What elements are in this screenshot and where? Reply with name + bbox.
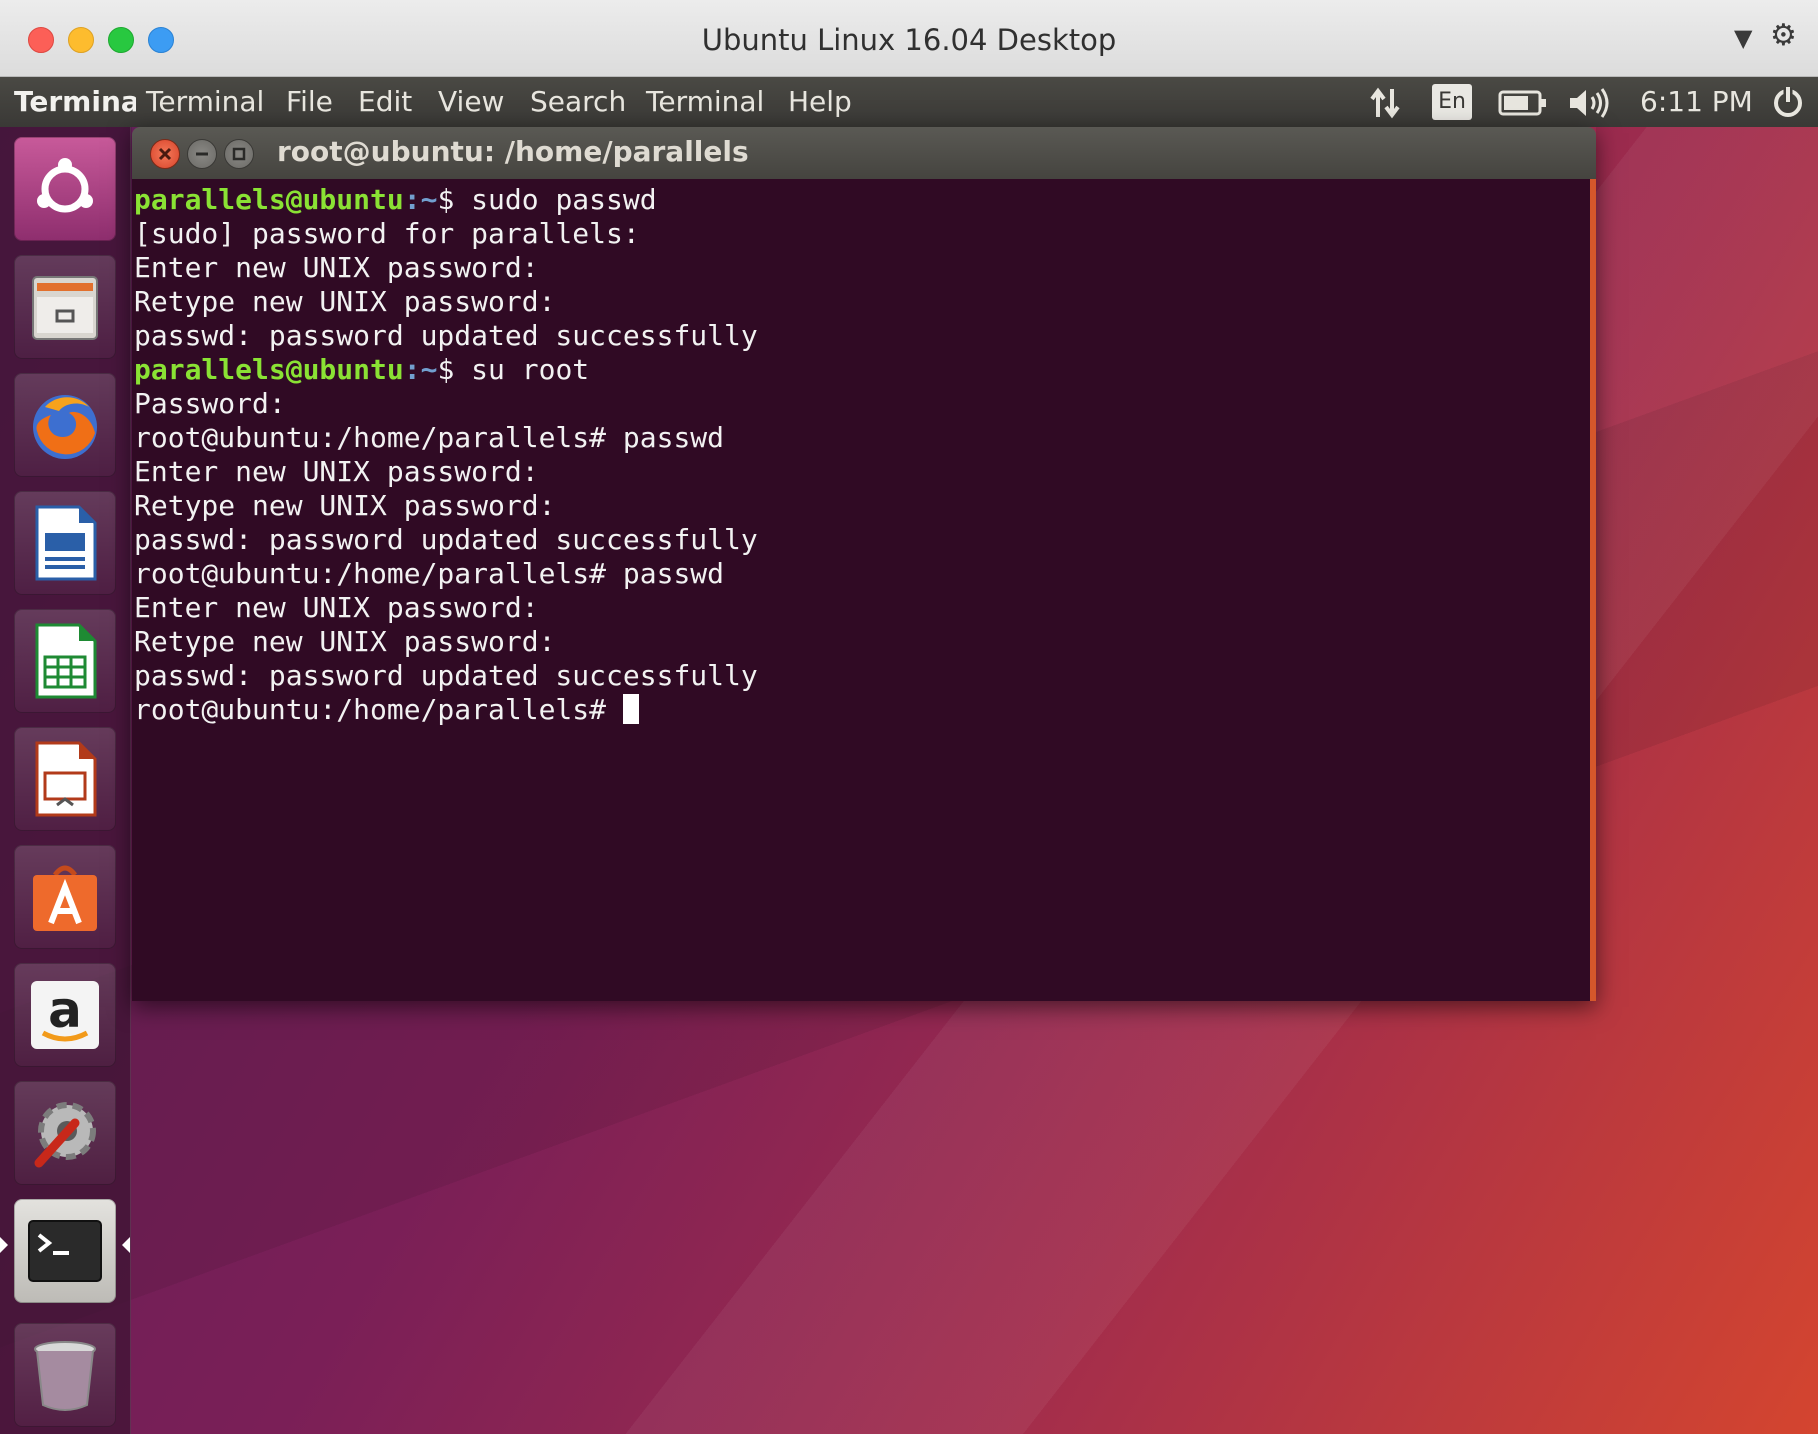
terminal-icon[interactable] <box>14 1199 116 1303</box>
chevron-down-icon[interactable]: ▼ <box>1734 24 1752 52</box>
prompt-user: parallels@ubuntu <box>134 183 404 216</box>
minimize-window-button[interactable] <box>187 139 217 169</box>
prompt-path: :~ <box>403 353 438 386</box>
terminal-window: root@ubuntu: /home/parallels parallels@u… <box>132 127 1596 1001</box>
host-title-bar: Ubuntu Linux 16.04 Desktop ▼ ⚙ <box>0 0 1818 77</box>
battery-icon[interactable] <box>1498 89 1548 117</box>
line-text: $ sudo passwd <box>437 183 657 216</box>
terminal-output[interactable]: parallels@ubuntu:~$ sudo passwd [sudo] pa… <box>132 179 1596 1001</box>
terminal-line: Enter new UNIX password: <box>134 455 758 489</box>
unity-launcher: a <box>0 127 131 1434</box>
text-cursor <box>622 694 639 724</box>
terminal-line: Retype new UNIX password: <box>134 285 758 319</box>
dash-icon[interactable] <box>14 137 116 241</box>
terminal-line: [sudo] password for parallels: <box>134 217 758 251</box>
terminal-line: root@ubuntu:/home/parallels# <box>134 693 758 727</box>
line-text: root@ubuntu:/home/parallels# <box>134 693 623 726</box>
terminal-line: Retype new UNIX password: <box>134 489 758 523</box>
menu-edit[interactable]: Edit <box>358 85 412 118</box>
line-text: Password: <box>134 387 286 420</box>
amazon-icon[interactable]: a <box>14 963 116 1067</box>
launcher-running-indicator <box>0 1237 8 1253</box>
terminal-lines: parallels@ubuntu:~$ sudo passwd [sudo] pa… <box>134 183 758 727</box>
menu-help[interactable]: Help <box>788 85 852 118</box>
launcher-focus-indicator <box>122 1237 130 1253</box>
firefox-icon[interactable] <box>14 373 116 477</box>
keyboard-layout-indicator[interactable]: En <box>1432 84 1472 120</box>
line-text: passwd: password updated successfully <box>134 659 758 692</box>
prompt-path: :~ <box>403 183 438 216</box>
terminal-titlebar[interactable]: root@ubuntu: /home/parallels <box>132 127 1596 179</box>
terminal-line: passwd: password updated successfully <box>134 659 758 693</box>
line-text: root@ubuntu:/home/parallels# passwd <box>134 421 725 454</box>
terminal-line: root@ubuntu:/home/parallels# passwd <box>134 557 758 591</box>
close-icon <box>158 147 172 161</box>
terminal-line: Enter new UNIX password: <box>134 251 758 285</box>
line-text: passwd: password updated successfully <box>134 319 758 352</box>
maximize-window-button[interactable] <box>224 139 254 169</box>
host-window-title: Ubuntu Linux 16.04 Desktop <box>701 23 1117 57</box>
line-text: passwd: password updated successfully <box>134 523 758 556</box>
menu-file[interactable]: File <box>286 85 333 118</box>
menu-terminal-app[interactable]: Terminal <box>146 85 264 118</box>
line-text: Enter new UNIX password: <box>134 591 539 624</box>
svg-text:a: a <box>48 981 82 1039</box>
line-text: root@ubuntu:/home/parallels# passwd <box>134 557 725 590</box>
line-text: Enter new UNIX password: <box>134 455 539 488</box>
libreoffice-writer-icon[interactable] <box>14 491 116 595</box>
files-icon[interactable] <box>14 255 116 359</box>
maximize-icon <box>232 147 246 161</box>
terminal-line: passwd: password updated successfully <box>134 319 758 353</box>
terminal-line: passwd: password updated successfully <box>134 523 758 557</box>
terminal-line: parallels@ubuntu:~$ su root <box>134 353 758 387</box>
line-text: Retype new UNIX password: <box>134 625 556 658</box>
terminal-line: parallels@ubuntu:~$ sudo passwd <box>134 183 758 217</box>
line-text: Retype new UNIX password: <box>134 285 556 318</box>
libreoffice-calc-icon[interactable] <box>14 609 116 713</box>
line-text: $ su root <box>437 353 590 386</box>
prompt-user: parallels@ubuntu <box>134 353 404 386</box>
menu-view[interactable]: View <box>438 85 504 118</box>
active-app-name: Terminal <box>14 85 136 118</box>
minimize-icon <box>196 152 208 156</box>
network-icon[interactable] <box>1368 85 1404 121</box>
clock[interactable]: 6:11 PM <box>1640 85 1753 118</box>
volume-icon[interactable] <box>1566 85 1610 121</box>
terminal-line: Retype new UNIX password: <box>134 625 758 659</box>
libreoffice-impress-icon[interactable] <box>14 727 116 831</box>
terminal-line: Enter new UNIX password: <box>134 591 758 625</box>
terminal-title: root@ubuntu: /home/parallels <box>277 135 749 168</box>
menu-terminal[interactable]: Terminal <box>646 85 764 118</box>
terminal-line: Password: <box>134 387 758 421</box>
system-settings-icon[interactable] <box>14 1081 116 1185</box>
trash-icon[interactable] <box>14 1323 116 1427</box>
gear-icon[interactable]: ⚙ <box>1770 18 1797 53</box>
line-text: Retype new UNIX password: <box>134 489 556 522</box>
top-panel: Terminal Terminal File Edit View Search … <box>0 77 1818 127</box>
menu-search[interactable]: Search <box>530 85 626 118</box>
line-text: Enter new UNIX password: <box>134 251 539 284</box>
close-window-button[interactable] <box>150 139 180 169</box>
terminal-line: root@ubuntu:/home/parallels# passwd <box>134 421 758 455</box>
power-icon[interactable] <box>1770 84 1806 120</box>
software-center-icon[interactable] <box>14 845 116 949</box>
line-text: [sudo] password for parallels: <box>134 217 640 250</box>
